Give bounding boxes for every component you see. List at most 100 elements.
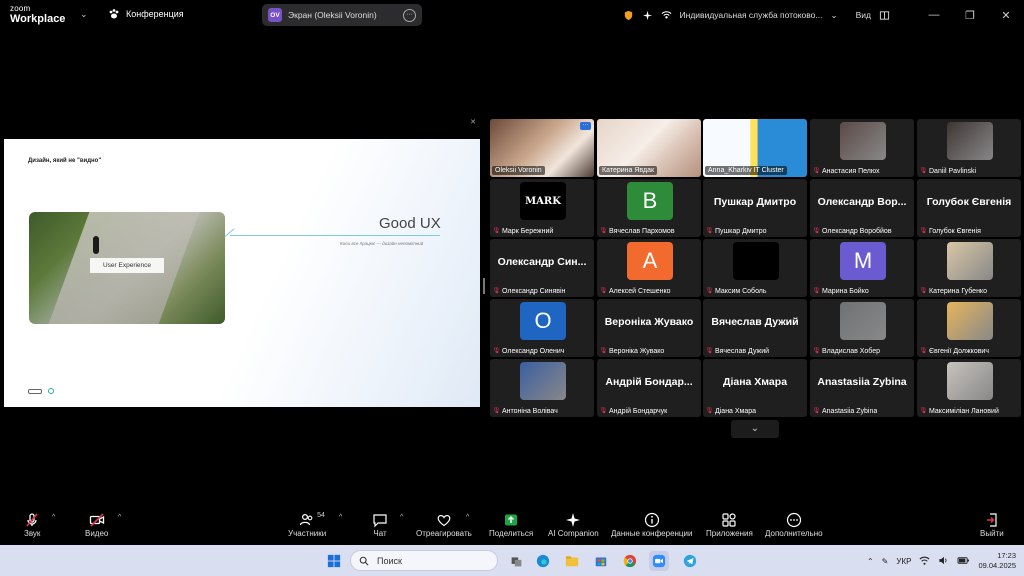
battery-icon[interactable] xyxy=(957,555,970,568)
react-button[interactable]: Отреагировать xyxy=(416,511,472,538)
chevron-down-icon[interactable]: ⌄ xyxy=(830,10,837,21)
participants-button[interactable]: 54 Участники xyxy=(288,511,326,538)
participants-label: Участники xyxy=(288,529,327,538)
participant-tile[interactable]: Андрій Бондар... 🎙 Андрій Бондарчук xyxy=(597,359,701,417)
sharer-avatar: OV xyxy=(268,8,282,22)
window-controls: — ❐ ✕ xyxy=(916,9,1024,22)
split-handle[interactable] xyxy=(483,278,485,294)
ai-companion-button[interactable]: AI Companion xyxy=(548,511,599,538)
participant-tile[interactable]: А 🎙 Алексей Стешенко xyxy=(597,239,701,297)
participant-tile[interactable]: Anastasiia Zybina 🎙 Anastasiia Zybina xyxy=(810,359,914,417)
mic-muted-icon: 🎙 xyxy=(812,287,821,294)
participant-display-name: Андрій Бондар... xyxy=(605,376,693,388)
sharing-indicator[interactable]: OV Экран (Oleksii Voronin) ··· xyxy=(262,4,422,26)
edge-icon[interactable] xyxy=(533,551,553,571)
participant-name-text: Oleksii Voronin xyxy=(495,167,542,174)
participant-tile[interactable]: Голубок Євгенія 🎙 Голубок Євгенія xyxy=(917,179,1021,237)
shield-icon[interactable] xyxy=(623,10,634,21)
meeting-menu[interactable]: Конференция xyxy=(108,8,184,20)
participant-tile[interactable]: Діана Хмара 🎙 Діана Хмара xyxy=(703,359,807,417)
task-view-icon[interactable] xyxy=(506,551,526,571)
participant-name-text: Анастасия Пелюх xyxy=(822,167,880,175)
chrome-icon[interactable] xyxy=(620,551,640,571)
meeting-label: Конференция xyxy=(126,9,184,19)
audio-options-caret[interactable]: ^ xyxy=(52,514,55,521)
participant-name: 🎙 Пушкар Дмитро xyxy=(705,227,767,235)
participant-tile[interactable]: Катерина Явдак xyxy=(597,119,701,177)
share-button[interactable]: Поделиться xyxy=(489,511,533,538)
participant-tile[interactable]: Вероніка Жувако 🎙 Вероніка Жувако xyxy=(597,299,701,357)
participant-tile[interactable]: 🎙 Максим Соболь xyxy=(703,239,807,297)
audio-button[interactable]: Звук xyxy=(24,511,40,538)
mic-muted-icon: 🎙 xyxy=(919,167,928,174)
video-button[interactable]: Видео xyxy=(85,511,108,538)
pen-icon[interactable]: ✎ xyxy=(882,557,889,566)
more-options-icon[interactable]: ··· xyxy=(403,8,416,22)
language-indicator[interactable]: УКР xyxy=(896,557,911,566)
tile-options-icon[interactable]: ··· xyxy=(580,122,591,130)
more-button[interactable]: Дополнительно xyxy=(765,511,823,538)
participants-count: 54 xyxy=(317,512,325,519)
mic-muted-icon: 🎙 xyxy=(812,347,821,354)
file-explorer-icon[interactable] xyxy=(562,551,582,571)
ai-label: AI Companion xyxy=(548,529,599,538)
participant-name: 🎙 Діана Хмара xyxy=(705,407,756,415)
gallery-next-page-button[interactable]: ⌄ xyxy=(731,420,779,438)
participant-avatar xyxy=(520,362,566,400)
participant-tile[interactable]: Пушкар Дмитро 🎙 Пушкар Дмитро xyxy=(703,179,807,237)
participant-display-name: Anastasiia Zybina xyxy=(817,376,907,388)
participant-tile[interactable]: О 🎙 Олександр Оленич xyxy=(490,299,594,357)
streaming-service-label[interactable]: Индивидуальная служба потоково... xyxy=(680,10,823,20)
participants-options-caret[interactable]: ^ xyxy=(339,514,342,521)
participant-avatar: В xyxy=(627,182,673,220)
leave-button[interactable]: Выйти xyxy=(980,511,1004,538)
participant-tile[interactable]: М 🎙 Марина Бойко xyxy=(810,239,914,297)
participant-tile[interactable]: Вячеслав Дужий 🎙 Вячеслав Дужий xyxy=(703,299,807,357)
mic-muted-icon: 🎙 xyxy=(492,347,501,354)
apps-button[interactable]: Приложения xyxy=(706,511,753,538)
participant-tile[interactable]: 🎙 Владислав Хобер xyxy=(810,299,914,357)
wifi-icon[interactable] xyxy=(919,555,930,568)
store-icon[interactable] xyxy=(591,551,611,571)
participant-tile[interactable]: 🎙 Daniil Pavlinski xyxy=(917,119,1021,177)
mic-muted-icon: 🎙 xyxy=(599,227,608,234)
clock[interactable]: 17:23 09.04.2025 xyxy=(978,551,1016,571)
react-options-caret[interactable]: ^ xyxy=(466,514,469,521)
chevron-down-icon[interactable]: ⌄ xyxy=(80,9,88,20)
close-icon[interactable]: ✕ xyxy=(988,9,1024,22)
telegram-icon[interactable] xyxy=(680,551,700,571)
chat-button[interactable]: Чат xyxy=(372,511,388,538)
minimize-icon[interactable]: — xyxy=(916,9,952,22)
mic-muted-icon: 🎙 xyxy=(919,347,928,354)
volume-icon[interactable] xyxy=(938,555,949,568)
participant-tile[interactable]: 🎙 Максиміліан Лановий xyxy=(917,359,1021,417)
windows-start-icon[interactable] xyxy=(324,551,344,571)
taskbar-search[interactable]: Поиск xyxy=(350,550,498,571)
participant-tile[interactable]: Anna_Kharkiv IT Cluster xyxy=(703,119,807,177)
heart-icon xyxy=(437,514,451,527)
participant-name-text: Daniil Pavlinski xyxy=(929,167,977,175)
participant-name-text: Вячеслав Дужий xyxy=(715,347,770,355)
participant-tile[interactable]: MARK 🎙 Марк Бережний xyxy=(490,179,594,237)
video-options-caret[interactable]: ^ xyxy=(118,514,121,521)
participant-display-name: Голубок Євгенія xyxy=(926,196,1012,208)
meeting-info-button[interactable]: Данные конференции xyxy=(611,511,692,538)
maximize-icon[interactable]: ❐ xyxy=(952,9,988,22)
grid-icon[interactable] xyxy=(879,10,890,21)
chat-options-caret[interactable]: ^ xyxy=(400,514,403,521)
sparkle-icon[interactable] xyxy=(642,10,653,21)
close-icon[interactable]: ✕ xyxy=(470,118,476,126)
participant-tile[interactable]: 🎙 Катерина Губенко xyxy=(917,239,1021,297)
participant-tile[interactable]: Олександр Вор... 🎙 Олександр Воробйов xyxy=(810,179,914,237)
participant-tile[interactable]: Олександр Син... 🎙 Олександр Синявін xyxy=(490,239,594,297)
participant-tile[interactable]: 🎙 Анастасия Пелюх xyxy=(810,119,914,177)
participant-tile[interactable]: ··· Oleksii Voronin xyxy=(490,119,594,177)
mic-muted-icon: 🎙 xyxy=(919,407,928,414)
zoom-taskbar-icon[interactable] xyxy=(649,551,669,571)
participant-tile[interactable]: 🎙 Антоніна Волівач xyxy=(490,359,594,417)
participant-tile[interactable]: В 🎙 Вячеслав Пархомов xyxy=(597,179,701,237)
view-menu[interactable]: Вид xyxy=(856,10,871,20)
chevron-up-icon[interactable]: ⌃ xyxy=(867,557,874,566)
participant-tile[interactable]: 🎙 Євгенії Должкович xyxy=(917,299,1021,357)
participant-name: Катерина Явдак xyxy=(599,166,658,175)
